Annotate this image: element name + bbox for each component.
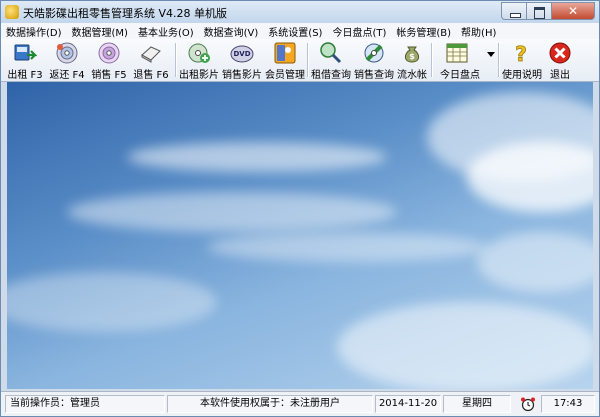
cloud	[67, 192, 397, 232]
member-management-icon	[274, 42, 296, 64]
members-button[interactable]: 会员管理	[264, 39, 306, 81]
cloud	[477, 232, 593, 292]
svg-text:DVD: DVD	[233, 50, 250, 58]
return-button[interactable]: 返还 F4	[47, 39, 87, 81]
app-icon[interactable]	[5, 5, 19, 19]
daily-check-label: 今日盘点	[440, 70, 480, 81]
maximize-button[interactable]	[526, 2, 551, 20]
cloud	[467, 142, 593, 212]
help-label: 使用说明	[502, 70, 542, 81]
menu-basic-business[interactable]: 基本业务(O)	[133, 24, 199, 39]
menu-daily-check[interactable]: 今日盘点(T)	[327, 24, 391, 39]
clock-time: 17:43	[541, 395, 595, 413]
toolbar-separator	[307, 43, 309, 77]
minimize-icon	[510, 13, 521, 18]
exit-icon	[549, 42, 571, 64]
cloud	[337, 302, 593, 389]
window-title: 天皓影碟出租零售管理系统 V4.28 单机版	[23, 7, 228, 20]
alarm-clock-icon[interactable]	[520, 396, 536, 412]
operator-label: 当前操作员：	[10, 398, 70, 409]
toolbar: 出租 F3 返还 F4 销售 F5 退售 F6 出租影片 DVD 销售影片 会员…	[1, 39, 599, 82]
rent-movies-icon	[188, 43, 210, 63]
toolbar-separator	[175, 43, 177, 77]
cloud	[207, 232, 487, 262]
daily-check-dropdown[interactable]	[486, 39, 496, 81]
rent-movies-label: 出租影片	[179, 70, 219, 81]
svg-text:$: $	[409, 52, 415, 61]
sell-label: 销售 F5	[91, 70, 127, 81]
sell-return-button[interactable]: 退售 F6	[131, 39, 171, 81]
svg-text:?: ?	[515, 42, 527, 65]
exit-label: 退出	[550, 70, 570, 81]
help-button[interactable]: ? 使用说明	[500, 39, 544, 81]
status-bar: 当前操作员：管理员 本软件使用权属于：未注册用户 2014-11-20 星期四 …	[1, 391, 599, 416]
sell-button[interactable]: 销售 F5	[89, 39, 129, 81]
rent-movies-button[interactable]: 出租影片	[178, 39, 220, 81]
daily-check-button[interactable]: 今日盘点	[434, 39, 486, 81]
menu-accounts[interactable]: 帐务管理(B)	[391, 24, 456, 39]
cloud	[127, 142, 387, 172]
workspace-background	[7, 82, 593, 389]
maximize-icon	[534, 7, 545, 19]
menu-data-management[interactable]: 数据管理(M)	[67, 24, 133, 39]
weekday-text: 星期四	[443, 395, 511, 413]
rent-query-button[interactable]: 租借查询	[310, 39, 352, 81]
minimize-button[interactable]	[501, 2, 526, 20]
operator-name: 管理员	[70, 398, 100, 409]
sell-query-button[interactable]: 销售查询	[353, 39, 395, 81]
members-label: 会员管理	[265, 70, 305, 81]
spreadsheet-icon	[446, 43, 468, 63]
sell-movies-label: 销售影片	[222, 70, 262, 81]
license-text: 本软件使用权属于：未注册用户	[167, 395, 373, 413]
operator-cell: 当前操作员：管理员	[5, 395, 165, 413]
return-disc-icon	[56, 42, 78, 64]
money-bag-icon: $	[404, 46, 420, 63]
dropdown-arrow-icon	[487, 52, 495, 57]
close-button[interactable]: ✕	[551, 2, 595, 20]
rent-query-label: 租借查询	[311, 70, 351, 81]
dvd-icon: DVD	[230, 45, 254, 63]
rent-icon	[14, 44, 37, 61]
cloud	[7, 272, 217, 332]
menu-data-query[interactable]: 数据查询(V)	[199, 24, 264, 39]
menu-data-operations[interactable]: 数据操作(D)	[1, 24, 67, 39]
rent-query-icon	[320, 42, 342, 64]
sell-query-label: 销售查询	[354, 70, 394, 81]
rent-label: 出租 F3	[7, 70, 43, 81]
menu-help[interactable]: 帮助(H)	[456, 24, 501, 39]
sell-query-icon	[364, 43, 384, 63]
question-mark-icon: ?	[515, 42, 527, 65]
sell-return-icon	[141, 46, 161, 63]
toolbar-separator	[431, 43, 433, 77]
sell-return-label: 退售 F6	[133, 70, 169, 81]
ledger-button[interactable]: $ 流水帐	[396, 39, 428, 81]
close-icon: ✕	[567, 4, 579, 18]
title-bar[interactable]: 天皓影碟出租零售管理系统 V4.28 单机版 ✕	[1, 1, 599, 23]
exit-button[interactable]: 退出	[545, 39, 575, 81]
ledger-label: 流水帐	[397, 70, 427, 81]
app-window: 天皓影碟出租零售管理系统 V4.28 单机版 ✕ 数据操作(D) 数据管理(M)…	[0, 0, 600, 417]
menu-system-settings[interactable]: 系统设置(S)	[263, 24, 327, 39]
window-controls: ✕	[501, 2, 595, 20]
date-text: 2014-11-20	[375, 395, 441, 413]
sell-disc-icon	[98, 42, 120, 64]
menu-bar: 数据操作(D) 数据管理(M) 基本业务(O) 数据查询(V) 系统设置(S) …	[1, 23, 599, 39]
return-label: 返还 F4	[49, 70, 85, 81]
sell-movies-button[interactable]: DVD 销售影片	[221, 39, 263, 81]
rent-button[interactable]: 出租 F3	[5, 39, 45, 81]
